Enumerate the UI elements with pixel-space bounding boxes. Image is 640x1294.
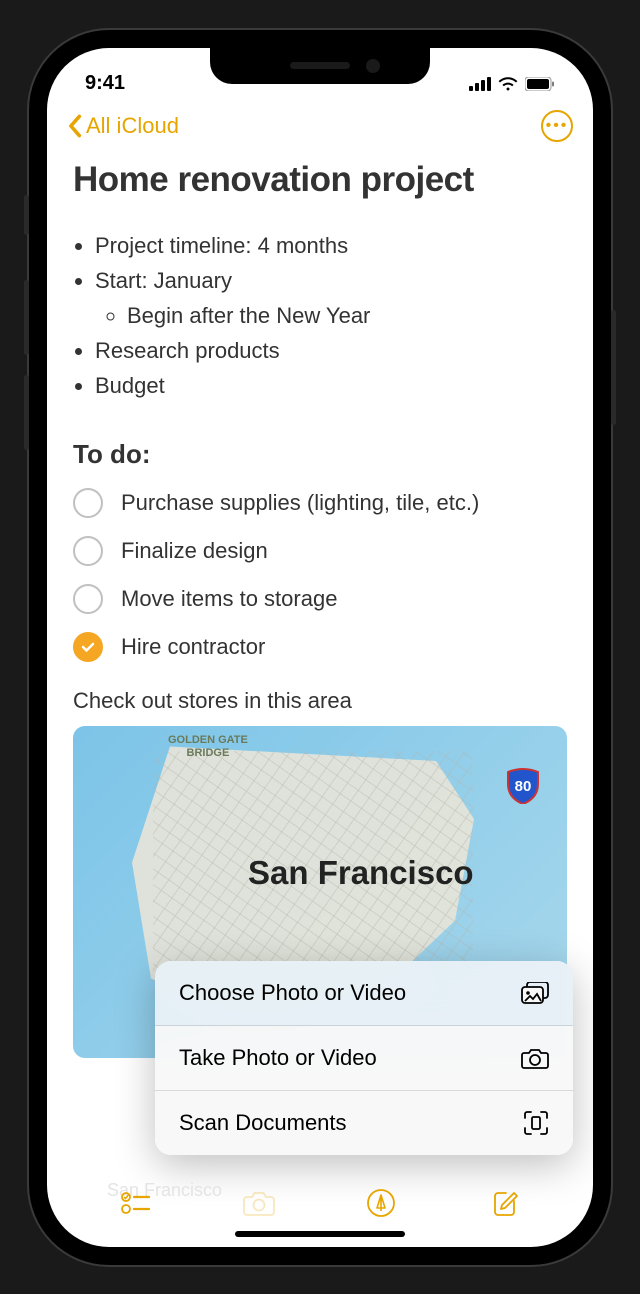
battery-icon — [525, 77, 555, 91]
volume-up — [24, 280, 29, 355]
list-item[interactable]: Budget — [95, 368, 567, 403]
iphone-frame: 9:41 All iCloud ••• September 7, 2021 at… — [29, 30, 611, 1265]
menu-label: Choose Photo or Video — [179, 980, 406, 1006]
volume-down — [24, 375, 29, 450]
map-city-label: San Francisco — [248, 854, 474, 892]
menu-label: Scan Documents — [179, 1110, 347, 1136]
nav-bar: All iCloud ••• — [47, 102, 593, 146]
home-indicator[interactable] — [235, 1231, 405, 1237]
todo-heading[interactable]: To do: — [73, 439, 567, 470]
svg-text:80: 80 — [515, 778, 532, 795]
list-item[interactable]: Research products — [95, 333, 567, 368]
status-time: 9:41 — [85, 72, 125, 95]
todo-item[interactable]: Purchase supplies (lighting, tile, etc.) — [73, 488, 567, 518]
notch — [210, 48, 430, 84]
cellular-icon — [469, 77, 491, 91]
status-icons — [469, 76, 555, 91]
camera-icon — [243, 1190, 275, 1216]
silence-switch — [24, 195, 29, 235]
scan-icon — [523, 1110, 549, 1136]
list-item-sub[interactable]: Begin after the New Year — [127, 298, 567, 333]
menu-label: Take Photo or Video — [179, 1045, 377, 1071]
bottom-toolbar — [47, 1173, 593, 1227]
checkbox-unchecked-icon[interactable] — [73, 584, 103, 614]
choose-photo-button[interactable]: Choose Photo or Video — [155, 961, 573, 1026]
note-content[interactable]: Home renovation project Project timeline… — [47, 160, 593, 1059]
markup-button[interactable] — [365, 1187, 397, 1219]
scan-documents-button[interactable]: Scan Documents — [155, 1091, 573, 1155]
back-label: All iCloud — [86, 113, 179, 139]
list-item[interactable]: Project timeline: 4 months — [95, 228, 567, 263]
camera-menu-popup: Choose Photo or Video Take Photo or Vide… — [155, 961, 573, 1155]
speaker — [290, 62, 350, 69]
back-button[interactable]: All iCloud — [67, 113, 179, 139]
map-caption[interactable]: Check out stores in this area — [73, 688, 567, 714]
todo-item[interactable]: Hire contractor — [73, 632, 567, 662]
wifi-icon — [498, 76, 518, 91]
highway-shield-icon: 80 — [504, 766, 542, 804]
todo-list: Purchase supplies (lighting, tile, etc.)… — [73, 488, 567, 662]
checkbox-checked-icon[interactable] — [73, 632, 103, 662]
list-item[interactable]: Start: January — [95, 263, 567, 298]
checkbox-unchecked-icon[interactable] — [73, 488, 103, 518]
power-button — [611, 310, 616, 425]
front-camera — [366, 59, 380, 73]
compose-icon — [489, 1188, 519, 1218]
note-title[interactable]: Home renovation project — [73, 160, 567, 200]
todo-item[interactable]: Move items to storage — [73, 584, 567, 614]
compose-button[interactable] — [488, 1187, 520, 1219]
ellipsis-icon: ••• — [546, 117, 569, 135]
camera-button[interactable] — [243, 1187, 275, 1219]
chevron-left-icon — [67, 114, 82, 138]
take-photo-button[interactable]: Take Photo or Video — [155, 1026, 573, 1091]
screen: 9:41 All iCloud ••• September 7, 2021 at… — [47, 48, 593, 1247]
checkbox-unchecked-icon[interactable] — [73, 536, 103, 566]
todo-label[interactable]: Purchase supplies (lighting, tile, etc.) — [121, 490, 479, 516]
markup-icon — [366, 1188, 396, 1218]
photo-library-icon — [521, 982, 549, 1004]
checklist-icon — [121, 1191, 151, 1215]
todo-label[interactable]: Finalize design — [121, 538, 268, 564]
checklist-button[interactable] — [120, 1187, 152, 1219]
checkmark-icon — [80, 639, 96, 655]
map-label-bridge: GOLDEN GATEBRIDGE — [168, 734, 248, 758]
todo-label[interactable]: Hire contractor — [121, 634, 265, 660]
todo-item[interactable]: Finalize design — [73, 536, 567, 566]
more-button[interactable]: ••• — [541, 110, 573, 142]
bullet-list[interactable]: Project timeline: 4 months Start: Januar… — [73, 228, 567, 404]
todo-label[interactable]: Move items to storage — [121, 586, 337, 612]
camera-icon — [521, 1047, 549, 1069]
